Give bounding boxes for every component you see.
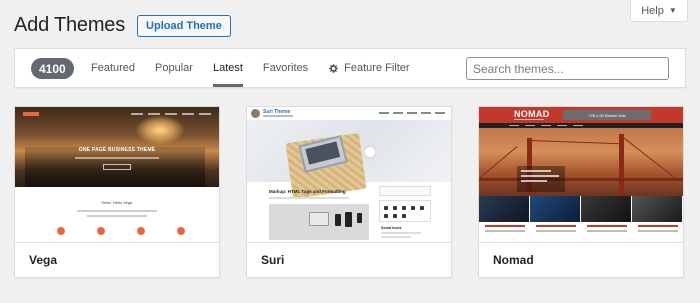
theme-screenshot: NOMAD 728 x 90 Banner Ads [479, 107, 683, 240]
theme-name: Suri [261, 253, 285, 267]
theme-card-vega[interactable]: ONE PAGE BUSINESS THEME Hello. Hello Veg… [14, 106, 220, 278]
tab-featured[interactable]: Featured [81, 49, 145, 87]
theme-name-bar: Vega [15, 242, 219, 277]
upload-theme-button[interactable]: Upload Theme [137, 14, 231, 37]
gear-icon [329, 63, 339, 73]
theme-card-suri[interactable]: Suri Theme Markup: HTML Tags and Formatt… [246, 106, 452, 278]
theme-screenshot: Suri Theme Markup: HTML Tags and Formatt… [247, 107, 451, 240]
help-button[interactable]: Help ▼ [630, 0, 688, 22]
suri-post-title: Markup: HTML Tags and Formatting [269, 189, 346, 194]
tab-favorites[interactable]: Favorites [253, 49, 318, 87]
search-themes-input[interactable] [466, 57, 669, 80]
page-title: Add Themes [14, 14, 126, 36]
theme-name-bar: Suri [247, 242, 451, 277]
suri-hero-image [247, 120, 451, 199]
vega-hero-text: ONE PAGE BUSINESS THEME [78, 147, 156, 153]
caret-down-icon: ▼ [668, 6, 677, 15]
filter-tabs: Featured Popular Latest Favorites Featur… [81, 49, 420, 87]
tab-latest[interactable]: Latest [203, 49, 253, 87]
vega-section-title: Hello. Hello Vega [101, 200, 133, 205]
theme-count-badge: 4100 [31, 58, 74, 79]
feature-filter-label: Feature Filter [344, 62, 410, 74]
suri-sidebar-title: Social Icons [381, 226, 402, 230]
tab-popular[interactable]: Popular [145, 49, 203, 87]
theme-filter-bar: 4100 Featured Popular Latest Favorites F… [14, 48, 686, 88]
nomad-hero-image [479, 128, 683, 196]
theme-card-nomad[interactable]: NOMAD 728 x 90 Banner Ads Nomad [478, 106, 684, 278]
theme-name: Nomad [493, 253, 534, 267]
tab-feature-filter[interactable]: Feature Filter [318, 49, 419, 87]
theme-name-bar: Nomad [479, 242, 683, 277]
nomad-banner-ad: 728 x 90 Banner Ads [563, 110, 651, 120]
nomad-logo: NOMAD [514, 109, 550, 119]
theme-screenshot: ONE PAGE BUSINESS THEME Hello. Hello Veg… [15, 107, 219, 240]
page-header: Add Themes Upload Theme [14, 14, 231, 37]
avatar [251, 109, 260, 118]
help-label: Help [641, 4, 664, 17]
vega-hero-image: ONE PAGE BUSINESS THEME [15, 107, 219, 187]
theme-name: Vega [29, 253, 58, 267]
